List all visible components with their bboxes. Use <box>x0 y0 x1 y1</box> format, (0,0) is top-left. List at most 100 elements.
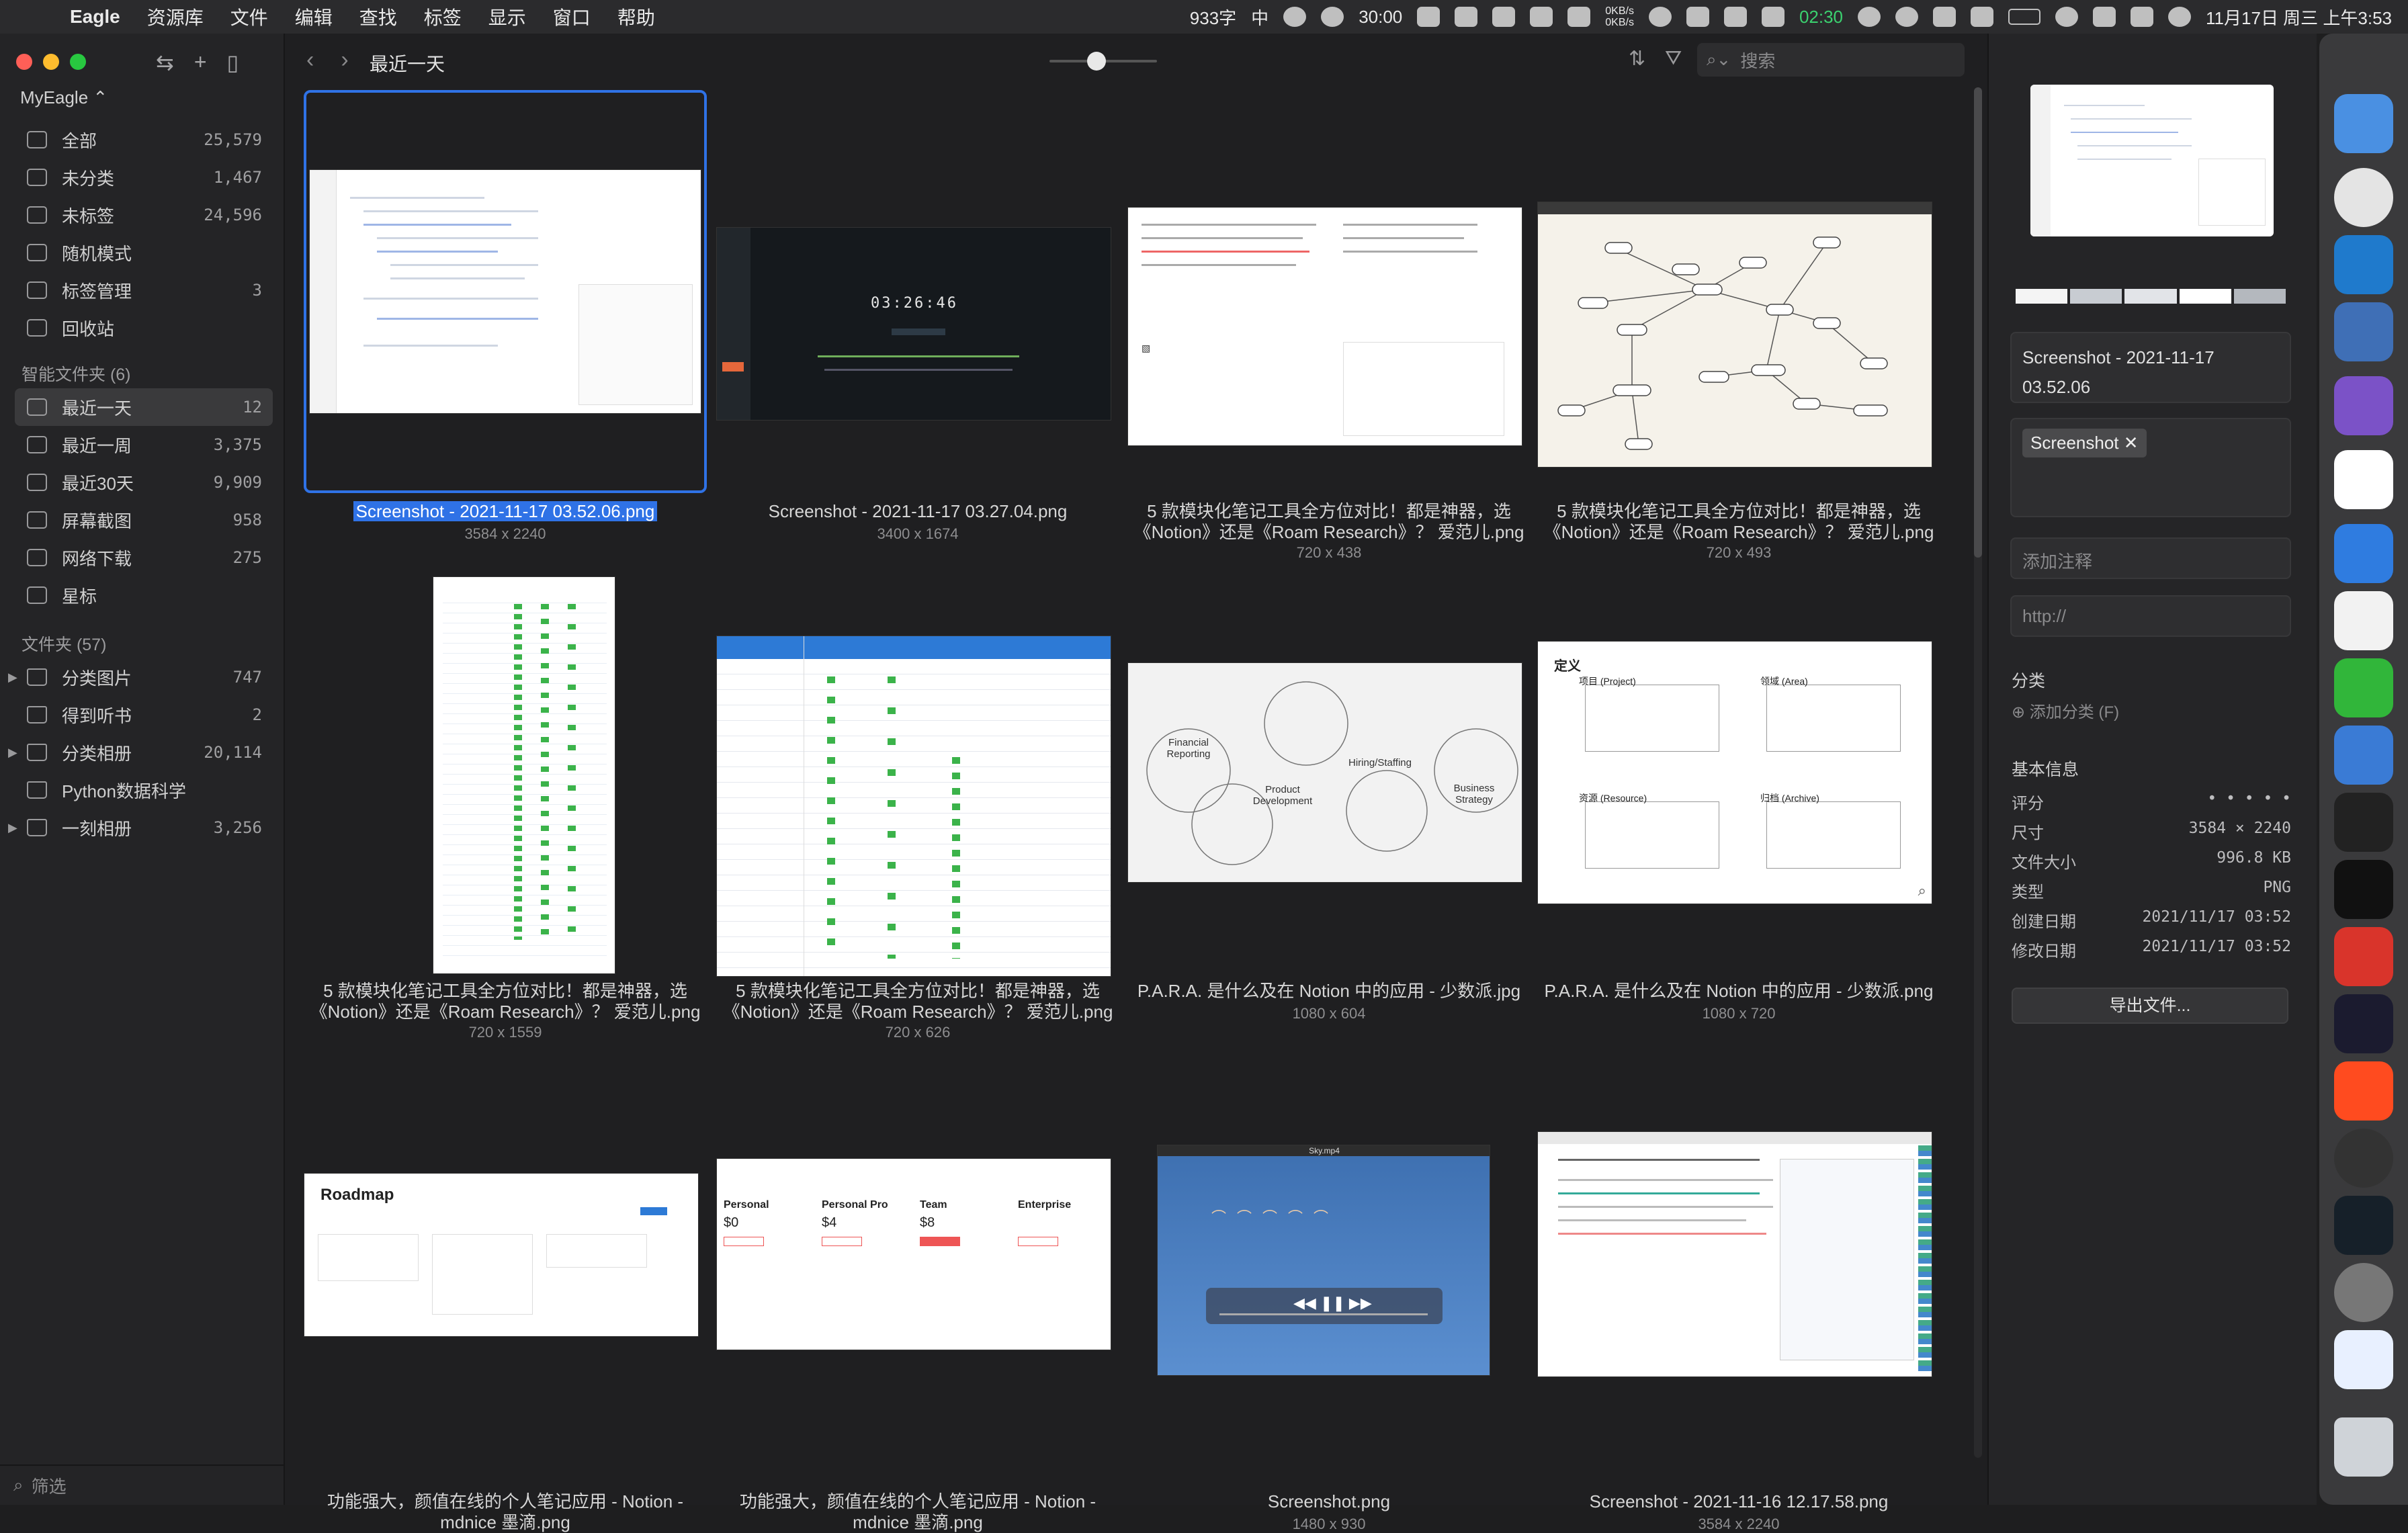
menu-tags[interactable]: 标签 <box>424 3 462 30</box>
folder-header[interactable]: 文件夹 (57) <box>22 631 106 656</box>
s-app-icon[interactable] <box>1971 7 1994 27</box>
browser-app-icon[interactable] <box>2334 524 2393 583</box>
video-progress[interactable] <box>1219 1313 1428 1315</box>
preview-image[interactable] <box>2030 85 2274 236</box>
helm-app-icon[interactable] <box>2334 1129 2393 1188</box>
sync-icon[interactable]: ⇆ <box>156 50 174 75</box>
input-method[interactable]: 中 <box>1251 5 1268 30</box>
palette-swatch[interactable] <box>2179 289 2231 304</box>
sidebar-item-last-day[interactable]: 最近一天 12 <box>15 388 273 426</box>
sidebar-item-downloads[interactable]: 网络下载 275 <box>15 539 273 576</box>
menu-find[interactable]: 查找 <box>359 3 397 30</box>
pdf-app-icon[interactable] <box>2334 927 2393 986</box>
video-controls[interactable]: ◀◀ ❚❚ ▶▶ <box>1206 1288 1443 1324</box>
smart-folder-header[interactable]: 智能文件夹 (6) <box>22 361 131 386</box>
zoom-icon[interactable]: ⌕ <box>1918 882 1926 900</box>
sidebar-toggle-icon[interactable]: ▯ <box>227 50 239 75</box>
notion-icon[interactable] <box>2334 450 2393 509</box>
menu-help[interactable]: 帮助 <box>617 3 655 30</box>
system-preferences-icon[interactable] <box>2334 1263 2393 1322</box>
clock[interactable]: 11月17日 周三 上午3:53 <box>2206 5 2392 30</box>
battery-icon[interactable] <box>2008 9 2041 25</box>
bookmark-icon[interactable] <box>1567 7 1591 27</box>
dictionary-icon[interactable] <box>2334 726 2393 785</box>
scrollbar[interactable] <box>1974 87 1982 1458</box>
back-icon[interactable]: ‹ <box>306 47 314 73</box>
chrome-icon[interactable] <box>2334 168 2393 227</box>
url-field[interactable]: http:// <box>2010 595 2291 637</box>
cloud-drive-icon[interactable] <box>2334 1330 2393 1389</box>
grid-item[interactable]: Screenshot - 2021-11-16 12.17.58.png 358… <box>1537 1102 1940 1532</box>
zoom-button[interactable] <box>70 54 86 70</box>
activity-monitor-icon[interactable] <box>2334 1196 2393 1255</box>
disclosure-icon[interactable]: ▶ <box>8 746 17 760</box>
grid-item[interactable]: Financial Reporting Product Development … <box>1127 571 1531 1082</box>
terminal-icon[interactable] <box>2334 860 2393 919</box>
focus-timer[interactable]: 30:00 <box>1359 7 1402 28</box>
wifi-icon[interactable] <box>2093 7 2116 27</box>
search-input[interactable]: ⌕⌄ 搜索 <box>1697 43 1965 77</box>
control-center-icon[interactable] <box>2131 7 2154 27</box>
menu-file[interactable]: 文件 <box>230 3 268 30</box>
disclosure-icon[interactable]: ▶ <box>8 821 17 835</box>
sidebar-item-all[interactable]: 全部 25,579 <box>15 121 273 159</box>
grid-item[interactable]: 5 款模块化笔记工具全方位对比！都是神器，选《Notion》还是《Roam Re… <box>304 571 707 1082</box>
grid-item[interactable]: 03:26:46 Screenshot - 2021-11-17 03.27.0… <box>716 90 1119 560</box>
folder-item[interactable]: 得到听书 2 <box>15 696 273 734</box>
sidebar-item-screenshots[interactable]: 屏幕截图 958 <box>15 501 273 539</box>
forward-icon[interactable]: › <box>341 47 348 73</box>
task-app-icon[interactable] <box>2334 302 2393 361</box>
grid-item[interactable]: 5 款模块化笔记工具全方位对比！都是神器，选《Notion》还是《Roam Re… <box>1537 90 1940 561</box>
grid-item[interactable]: 5 款模块化笔记工具全方位对比！都是神器，选《Notion》还是《Roam Re… <box>716 571 1119 1082</box>
link-icon[interactable] <box>1417 7 1440 27</box>
grid-item[interactable]: Screenshot - 2021-11-17 03.52.06.png 358… <box>304 90 707 560</box>
player-app-icon[interactable] <box>2334 994 2393 1053</box>
magnifier-icon[interactable] <box>1858 7 1881 27</box>
sidebar-item-tag-manager[interactable]: 标签管理 3 <box>15 271 273 309</box>
word-count[interactable]: 933字 <box>1190 5 1236 30</box>
play-icon[interactable] <box>1895 7 1919 27</box>
grid-item[interactable]: Roadmap 功能强大，颜值在线的个人笔记应用 - Notion - mdni… <box>304 1102 707 1532</box>
palette-swatch[interactable] <box>2124 289 2177 304</box>
trash-bin-icon[interactable] <box>2334 1417 2393 1477</box>
wechat-app-icon[interactable] <box>2334 658 2393 717</box>
grid-item[interactable]: 定义 项目 (Project) 领域 (Area) 资源 (Resource) … <box>1537 571 1940 1082</box>
menu-app-name[interactable]: Eagle <box>70 6 120 28</box>
palette-swatch[interactable] <box>2233 289 2286 304</box>
palette-swatch[interactable] <box>2016 289 2068 304</box>
siri-icon[interactable] <box>2168 7 2192 27</box>
folder-item[interactable]: ▶ 分类相册 20,114 <box>8 734 273 771</box>
compass-icon[interactable] <box>1321 7 1344 27</box>
spotlight-icon[interactable] <box>2055 7 2079 27</box>
leaf-icon[interactable] <box>1530 7 1553 27</box>
scrollbar-thumb[interactable] <box>1974 87 1982 558</box>
refresh-icon[interactable] <box>1761 7 1784 27</box>
sidebar-item-trash[interactable]: 回收站 <box>15 309 273 347</box>
menu-view[interactable]: 显示 <box>488 3 526 30</box>
add-icon[interactable]: + <box>194 50 207 75</box>
sidebar-item-random[interactable]: 随机模式 <box>15 234 273 271</box>
thumbnail-size-slider[interactable] <box>1049 52 1157 71</box>
tags-field[interactable]: Screenshot ✕ <box>2010 418 2291 517</box>
folder-item[interactable]: ▶ 分类图片 747 <box>8 658 273 696</box>
finder-icon[interactable] <box>2334 94 2393 153</box>
sidebar-item-starred[interactable]: 星标 <box>15 576 273 614</box>
cloud-icon[interactable] <box>1723 7 1747 27</box>
grid-item[interactable]: Personal Personal Pro Team Enterprise $0… <box>716 1102 1119 1532</box>
grid-item[interactable]: ▧ 5 款模块化笔记工具全方位对比！都是神器，选《Notion》还是《Roam … <box>1127 90 1531 561</box>
filter-bar[interactable]: ⌕ 筛选 <box>0 1464 285 1505</box>
close-button[interactable] <box>16 54 32 70</box>
menu-edit[interactable]: 编辑 <box>295 3 333 30</box>
sort-icon[interactable]: ⇅ <box>1629 47 1645 71</box>
wordpress-icon[interactable] <box>1283 7 1307 27</box>
remove-tag-icon[interactable]: ✕ <box>2124 433 2139 453</box>
pen-icon[interactable] <box>1455 7 1478 27</box>
filter-icon[interactable]: ⛛ <box>1665 47 1682 70</box>
library-switcher[interactable]: MyEagle ⌃ <box>20 87 108 108</box>
sidebar-item-untagged[interactable]: 未标签 24,596 <box>15 196 273 234</box>
disclosure-icon[interactable]: ▶ <box>8 670 17 685</box>
menu-window[interactable]: 窗口 <box>553 3 591 30</box>
obsidian-icon[interactable] <box>2334 376 2393 435</box>
ticktick-icon[interactable] <box>2334 591 2393 650</box>
rating-stars[interactable]: • • • • • <box>2207 790 2291 814</box>
